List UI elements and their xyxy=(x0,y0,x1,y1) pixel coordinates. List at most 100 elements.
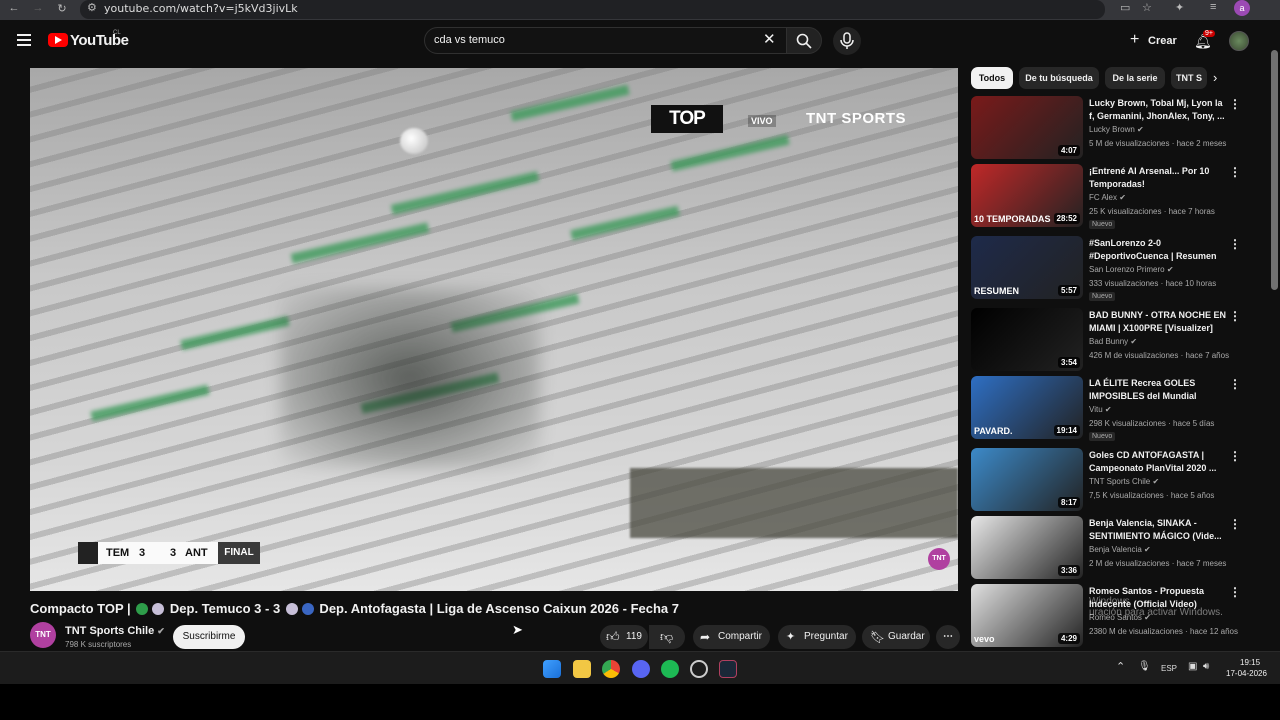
more-options-icon[interactable]: ⋮ xyxy=(1229,449,1241,463)
site-settings-icon[interactable]: ⚙ xyxy=(87,1,97,14)
broadcaster-logo: TNT SPORTS xyxy=(806,110,907,127)
video-thumbnail[interactable]: 8:17 xyxy=(971,448,1083,511)
more-actions-button[interactable]: ⋯ xyxy=(936,625,960,649)
cast-icon[interactable]: ▭ xyxy=(1120,1,1130,14)
more-options-icon[interactable]: ⋮ xyxy=(1229,517,1241,531)
video-duration: 5:57 xyxy=(1057,285,1080,296)
extensions-icon[interactable]: ✦ xyxy=(1175,1,1184,14)
recommendation-title[interactable]: #SanLorenzo 2-0 #DeportivoCuenca | Resum… xyxy=(1089,237,1229,263)
save-button[interactable]: 🔖︎ Guardar xyxy=(862,625,930,649)
recommendation-channel[interactable]: FC Alex ✔︎ xyxy=(1089,193,1126,202)
recommendation-channel[interactable]: TNT Sports Chile ✔︎ xyxy=(1089,477,1159,486)
spotify-icon[interactable] xyxy=(661,660,679,678)
recommendation-title[interactable]: Lucky Brown, Tobal Mj, Lyon la f, German… xyxy=(1089,97,1229,123)
scrollbar-thumb[interactable] xyxy=(1271,50,1278,290)
reload-icon[interactable]: ↻ xyxy=(54,2,70,15)
url-text[interactable]: youtube.com/watch?v=j5kVd3jivLk xyxy=(104,2,298,15)
video-thumbnail[interactable]: 4:07 xyxy=(971,96,1083,159)
channel-avatar[interactable]: TNT xyxy=(30,622,56,648)
chrome-icon[interactable] xyxy=(602,660,620,678)
file-explorer-icon[interactable] xyxy=(573,660,591,678)
subscribe-button[interactable]: Suscribirme xyxy=(173,625,245,649)
recommendation-channel[interactable]: Benja Valencia ✔︎ xyxy=(1089,545,1151,554)
keyboard-language[interactable]: ESP xyxy=(1161,664,1177,673)
forward-icon[interactable]: → xyxy=(30,2,46,14)
search-input[interactable]: cda vs temuco xyxy=(434,34,505,46)
video-player[interactable]: TOP VIVO TNT SPORTS TEM 3 3 ANT FINAL TN… xyxy=(30,68,958,591)
recommendation-channel[interactable]: San Lorenzo Primero ✔︎ xyxy=(1089,265,1174,274)
share-label: Compartir xyxy=(718,631,762,642)
like-button[interactable]: 👍︎ 119 xyxy=(600,625,648,649)
windows-taskbar: ⌃ 🎙︎ ESP ▣ 🔊︎ 19:15 17-04-2026 xyxy=(0,651,1280,684)
recommendation-item[interactable]: 3:36 Benja Valencia, SINAKA - SENTIMIENTO… xyxy=(971,516,1243,580)
video-thumbnail[interactable]: vevo 4:29 xyxy=(971,584,1083,647)
chip-from-series[interactable]: De la serie xyxy=(1105,67,1165,89)
more-options-icon[interactable]: ⋮ xyxy=(1229,309,1241,323)
recommendation-title[interactable]: ¡Entrené Al Arsenal... Por 10 Temporadas… xyxy=(1089,165,1229,191)
more-options-icon[interactable]: ⋮ xyxy=(1229,97,1241,111)
recommendation-title[interactable]: BAD BUNNY - OTRA NOCHE EN MIAMI | X100PR… xyxy=(1089,309,1229,335)
save-label: Guardar xyxy=(888,631,925,642)
channel-name[interactable]: TNT Sports Chile ✔︎ xyxy=(65,625,165,637)
youtube-logo-icon[interactable] xyxy=(48,33,68,47)
bookmark-star-icon[interactable]: ☆ xyxy=(1142,1,1152,14)
clock-date[interactable]: 17-04-2026 xyxy=(1226,669,1267,678)
video-thumbnail[interactable]: RESUMEN 5:57 xyxy=(971,236,1083,299)
recommendation-item[interactable]: RESUMEN 5:57 #SanLorenzo 2-0 #DeportivoCue… xyxy=(971,236,1243,301)
create-button[interactable]: + Crear xyxy=(1122,29,1182,53)
search-button[interactable] xyxy=(786,27,822,54)
chip-tnt[interactable]: TNT S xyxy=(1171,67,1207,89)
recommendation-title[interactable]: LA ÉLITE Recrea GOLES IMPOSIBLES del Mun… xyxy=(1089,377,1229,403)
tray-chevron-up-icon[interactable]: ⌃ xyxy=(1116,660,1125,673)
video-thumbnail[interactable]: PAVARD. 19:14 xyxy=(971,376,1083,439)
bookmark-icon: 🔖︎ xyxy=(870,630,886,644)
more-options-icon[interactable]: ⋮ xyxy=(1229,165,1241,179)
dislike-button[interactable]: 👎︎ xyxy=(649,625,685,649)
steam-icon[interactable] xyxy=(719,660,737,678)
tray-microphone-icon[interactable]: 🎙︎ xyxy=(1138,661,1151,672)
browser-profile-avatar[interactable]: a xyxy=(1234,0,1250,16)
plus-icon: + xyxy=(1130,31,1140,48)
chip-from-search[interactable]: De tu búsqueda xyxy=(1019,67,1099,89)
account-avatar[interactable] xyxy=(1229,31,1249,51)
recommendation-item[interactable]: 4:07 Lucky Brown, Tobal Mj, Lyon la f, Ge… xyxy=(971,96,1243,160)
country-code: CL xyxy=(113,30,121,36)
recommendation-item[interactable]: 10 TEMPORADAS 28:52 ¡Entrené Al Arsenal...… xyxy=(971,164,1243,229)
tab-search-icon[interactable]: ≡ xyxy=(1210,1,1216,13)
share-button[interactable]: ➦ Compartir xyxy=(693,625,770,649)
antofagasta-crest-icon xyxy=(301,603,314,615)
chevron-right-icon[interactable]: › xyxy=(1213,70,1217,85)
soccer-ball xyxy=(400,128,428,154)
chip-all[interactable]: Todos xyxy=(971,67,1013,89)
back-icon[interactable]: ← xyxy=(6,2,22,14)
recommendation-item[interactable]: PAVARD. 19:14 LA ÉLITE Recrea GOLES IMPOSI… xyxy=(971,376,1243,441)
network-icon[interactable]: ▣ xyxy=(1188,661,1197,672)
thumbnail-text: vevo xyxy=(974,634,995,644)
hamburger-menu-icon[interactable] xyxy=(17,34,31,46)
recommendation-channel[interactable]: Lucky Brown ✔︎ xyxy=(1089,125,1144,134)
volume-icon[interactable]: 🔊︎ xyxy=(1203,661,1209,672)
video-thumbnail[interactable]: 3:36 xyxy=(971,516,1083,579)
windows-activation-watermark: Windows uración para activar Windows. xyxy=(1089,596,1223,618)
voice-search-button[interactable] xyxy=(833,27,861,55)
recommendation-item[interactable]: 3:54 BAD BUNNY - OTRA NOCHE EN MIAMI | X1… xyxy=(971,308,1243,372)
more-options-icon[interactable]: ⋮ xyxy=(1229,377,1241,391)
verified-icon: ✔︎ xyxy=(1166,265,1174,274)
video-duration: 3:36 xyxy=(1057,565,1080,576)
discord-icon[interactable] xyxy=(632,660,650,678)
recommendation-item[interactable]: 8:17 Goles CD ANTOFAGASTA | Campeonato Pl… xyxy=(971,448,1243,512)
recommendation-channel[interactable]: Bad Bunny ✔︎ xyxy=(1089,337,1137,346)
more-options-icon[interactable]: ⋮ xyxy=(1229,585,1241,599)
chatgpt-icon[interactable] xyxy=(690,660,708,678)
recommendation-title[interactable]: Benja Valencia, SINAKA - SENTIMIENTO MÁG… xyxy=(1089,517,1229,543)
ask-button[interactable]: ✦ Preguntar xyxy=(778,625,856,649)
video-thumbnail[interactable]: 10 TEMPORADAS 28:52 xyxy=(971,164,1083,227)
clock-time[interactable]: 19:15 xyxy=(1240,658,1260,667)
share-icon: ➦ xyxy=(700,630,711,644)
windows-start-icon[interactable] xyxy=(543,660,561,678)
recommendation-title[interactable]: Goles CD ANTOFAGASTA | Campeonato PlanVi… xyxy=(1089,449,1229,475)
clear-search-icon[interactable]: ✕ xyxy=(763,30,776,48)
recommendation-channel[interactable]: Vitu ✔︎ xyxy=(1089,405,1112,414)
more-options-icon[interactable]: ⋮ xyxy=(1229,237,1241,251)
video-thumbnail[interactable]: 3:54 xyxy=(971,308,1083,371)
